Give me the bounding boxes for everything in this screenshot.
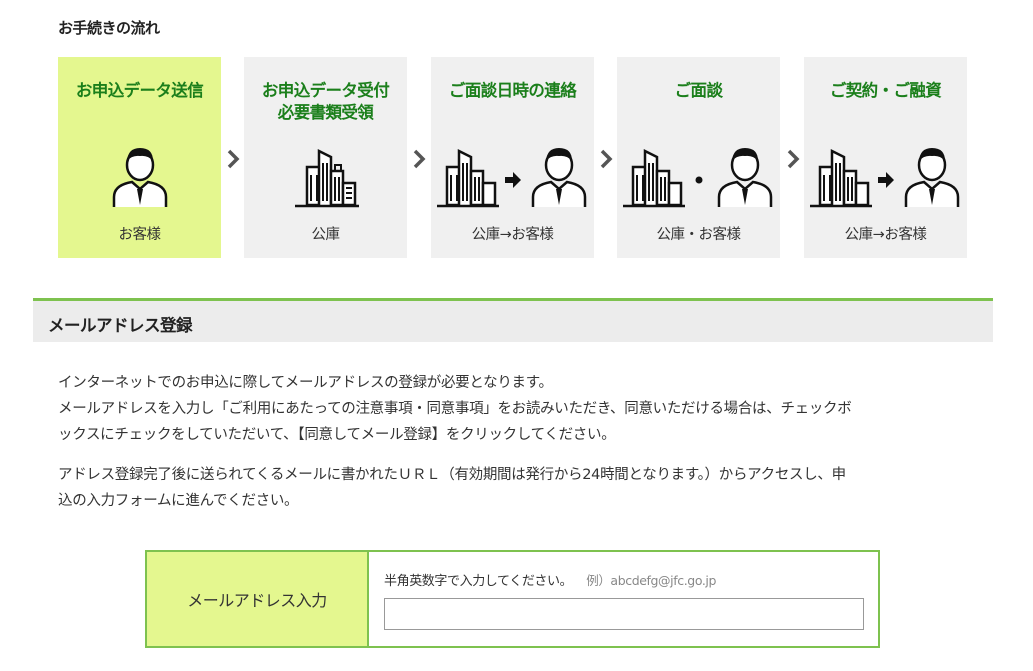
- url-notice-paragraph: アドレス登録完了後に送られてくるメールに書かれたＵＲＬ（有効期間は発行から24時…: [58, 467, 846, 509]
- instruction-paragraph: インターネットでのお申込に際してメールアドレスの登録が必要となります。 メールア…: [58, 375, 852, 443]
- building-to-person-icon: [804, 143, 967, 209]
- section-title: メールアドレス登録: [48, 316, 193, 335]
- step-label: 公庫→お客様: [471, 227, 554, 243]
- step-interview: ご面談 公庫・お客様: [617, 57, 780, 258]
- step-title: お申込データ送信: [75, 81, 204, 100]
- step-label: 公庫: [311, 227, 341, 243]
- step-contract-loan: ご契約・ご融資 公庫→お客様: [804, 57, 967, 258]
- email-input[interactable]: [384, 598, 864, 630]
- step-application-receipt: お申込データ受付 必要書類受領 公庫: [244, 57, 407, 258]
- step-label: 公庫・お客様: [656, 227, 742, 243]
- email-field-label: メールアドレス入力: [147, 552, 369, 646]
- building-icon: [244, 143, 407, 209]
- step-title: ご契約・ご融資: [829, 81, 942, 100]
- section-header: メールアドレス登録: [33, 298, 993, 342]
- flow-heading: お手続きの流れ: [58, 19, 160, 37]
- person-icon: [58, 143, 221, 209]
- step-title: ご面談: [674, 81, 723, 100]
- step-title: ご面談日時の連絡: [448, 81, 577, 100]
- step-label: お客様: [118, 227, 162, 243]
- email-input-cell: 半角英数字で入力してください。 例）abcdefg@jfc.go.jp: [369, 552, 878, 646]
- chevron-right-icon: [227, 149, 240, 169]
- email-hint: 半角英数字で入力してください。 例）abcdefg@jfc.go.jp: [384, 573, 717, 589]
- process-flow: お申込データ送信 お客様 お申込データ受付 必要書類受領 公庫 ご面談日時の連絡…: [58, 57, 968, 259]
- email-form: メールアドレス入力 半角英数字で入力してください。 例）abcdefg@jfc.g…: [145, 550, 880, 648]
- chevron-right-icon: [787, 149, 800, 169]
- step-label: 公庫→お客様: [844, 227, 927, 243]
- email-example: 例）abcdefg@jfc.go.jp: [586, 573, 717, 588]
- building-and-person-icon: [617, 143, 780, 209]
- step-application-send: お申込データ送信 お客様: [58, 57, 221, 258]
- step-interview-scheduling: ご面談日時の連絡 公庫→お客様: [431, 57, 594, 258]
- building-to-person-icon: [431, 143, 594, 209]
- step-title: お申込データ受付 必要書類受領: [261, 81, 390, 122]
- chevron-right-icon: [413, 149, 426, 169]
- chevron-right-icon: [600, 149, 613, 169]
